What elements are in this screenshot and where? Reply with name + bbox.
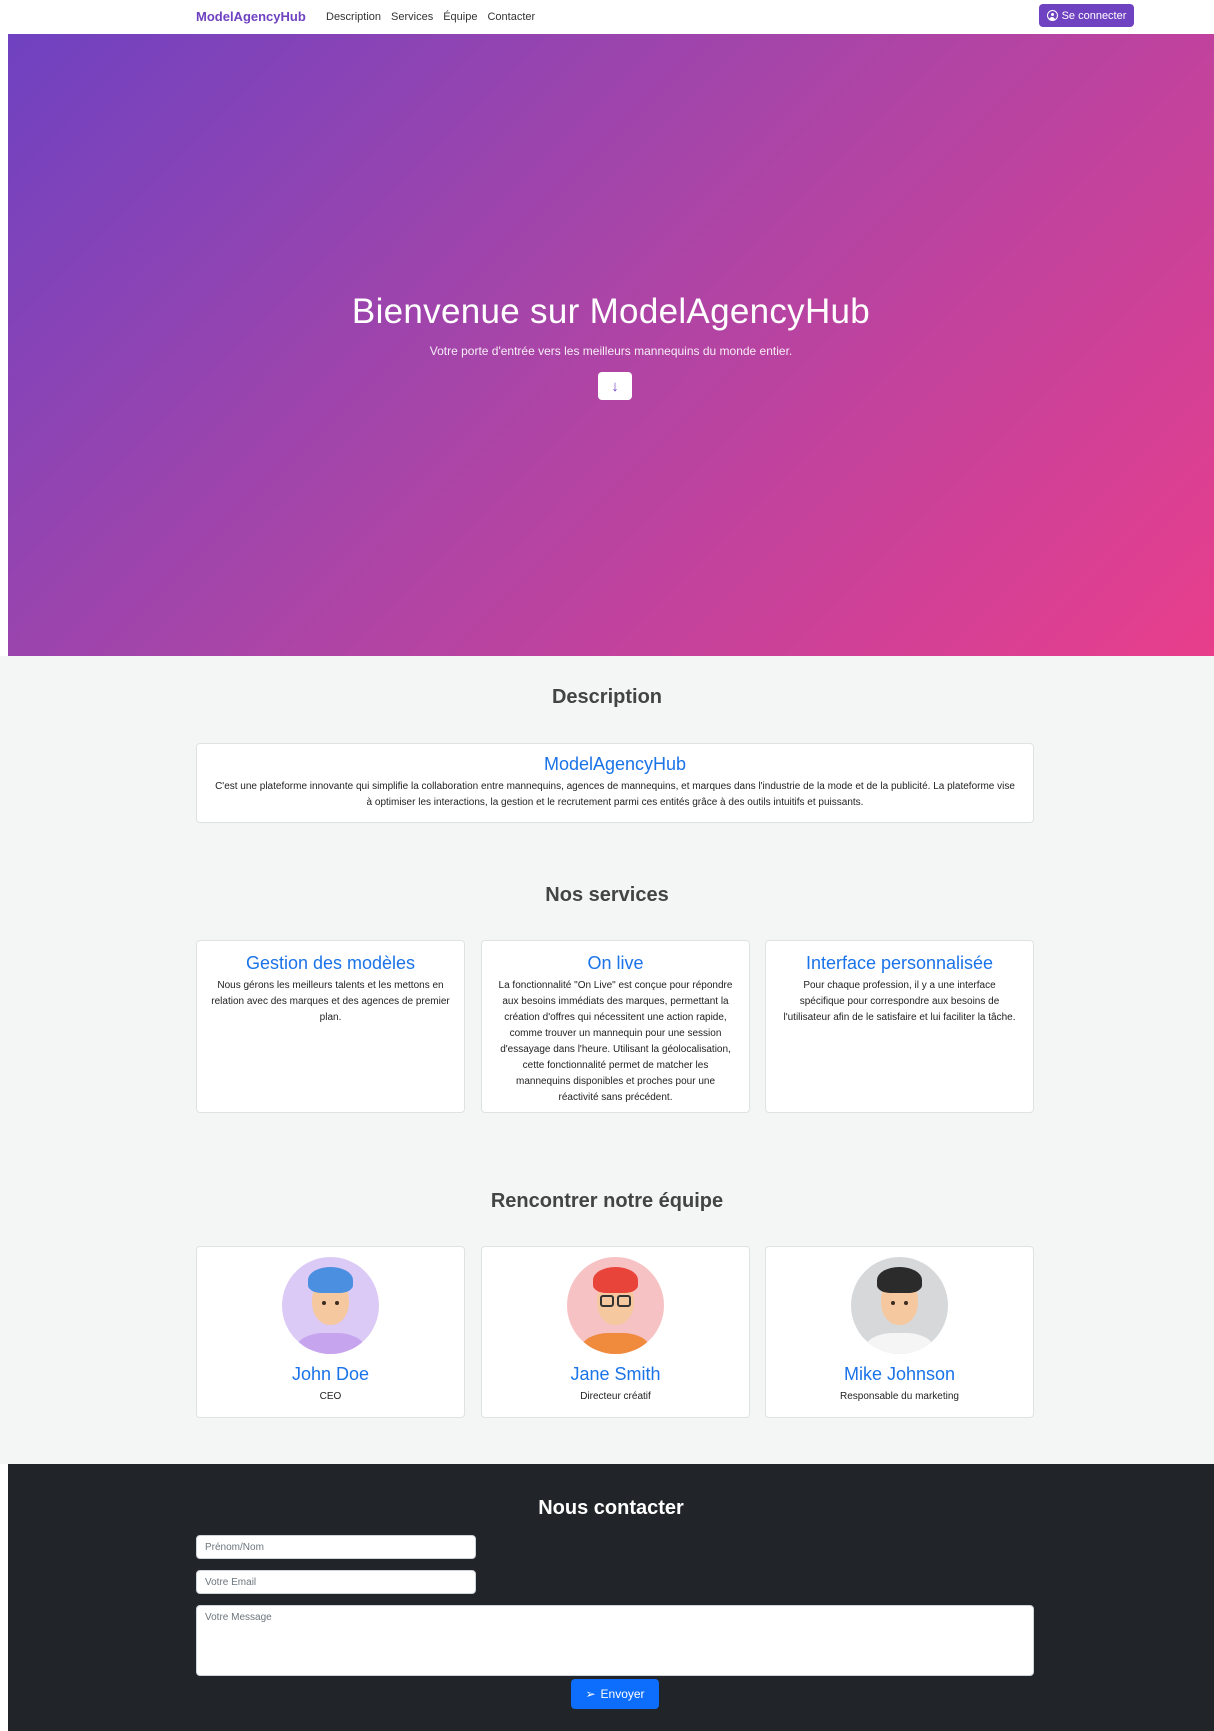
service-card-on-live: On live La fonctionnalité "On Live" est … [481, 940, 750, 1113]
scroll-down-button[interactable]: ↓ [598, 372, 632, 400]
avatar [282, 1257, 379, 1354]
arrow-down-icon: ↓ [611, 377, 619, 395]
team-card-mike-johnson: Mike Johnson Responsable du marketing [765, 1246, 1034, 1418]
team-member-name: Jane Smith [570, 1364, 661, 1384]
description-title: Description [551, 686, 663, 708]
service-card-title: Gestion des modèles [245, 953, 416, 973]
send-button[interactable]: ➢ Envoyer [571, 1679, 659, 1709]
nav-link-contacter[interactable]: Contacter [487, 11, 535, 23]
hero-title: Bienvenue sur ModelAgencyHub [351, 292, 871, 331]
user-circle-icon [1046, 10, 1058, 21]
team-card-jane-smith: Jane Smith Directeur créatif [481, 1246, 750, 1418]
navbar: ModelAgencyHub Description Services Équi… [0, 0, 1214, 34]
description-card-text: C'est une plateforme innovante qui simpl… [215, 781, 1015, 808]
description-card-title: ModelAgencyHub [543, 754, 687, 774]
service-card-gestion: Gestion des modèles Nous gérons les meil… [196, 940, 465, 1113]
page: ModelAgencyHub Description Services Équi… [0, 0, 1214, 1731]
login-button-label: Se connecter [1061, 9, 1127, 22]
contact-section: Nous contacter ➢ Envoyer [8, 1464, 1214, 1731]
team-member-name: John Doe [291, 1364, 370, 1384]
team-card-john-doe: John Doe CEO [196, 1246, 465, 1418]
hero-subtitle: Votre porte d'entrée vers les meilleurs … [429, 344, 793, 358]
service-card-text: La fonctionnalité "On Live" est conçue p… [498, 980, 733, 1103]
hero-section: Bienvenue sur ModelAgencyHub Votre porte… [8, 34, 1214, 656]
nav-link-services[interactable]: Services [391, 11, 433, 23]
email-input[interactable] [196, 1570, 476, 1594]
contact-title: Nous contacter [538, 1497, 684, 1519]
service-card-text: Pour chaque profession, il y a une inter… [783, 980, 1016, 1023]
nav-link-description[interactable]: Description [326, 11, 381, 23]
services-title: Nos services [545, 884, 669, 906]
avatar [567, 1257, 664, 1354]
team-member-role: CEO [319, 1391, 342, 1402]
service-card-title: Interface personnalisée [805, 953, 994, 973]
description-card: ModelAgencyHub C'est une plateforme inno… [196, 743, 1034, 823]
team-title: Rencontrer notre équipe [490, 1190, 724, 1212]
login-button[interactable]: Se connecter [1039, 4, 1134, 27]
team-member-name: Mike Johnson [843, 1364, 956, 1384]
service-card-text: Nous gérons les meilleurs talents et les… [211, 980, 450, 1023]
send-button-label: Envoyer [600, 1687, 645, 1701]
service-card-title: On live [587, 953, 644, 973]
content-section: Description ModelAgencyHub C'est une pla… [0, 656, 1214, 1464]
nav-links: Description Services Équipe Contacter [326, 11, 535, 23]
brand-logo[interactable]: ModelAgencyHub [196, 9, 306, 24]
team-member-role: Directeur créatif [580, 1391, 651, 1402]
avatar [851, 1257, 948, 1354]
name-input[interactable] [196, 1535, 476, 1559]
service-card-interface: Interface personnalisée Pour chaque prof… [765, 940, 1034, 1113]
team-member-role: Responsable du marketing [840, 1391, 959, 1402]
paper-plane-icon: ➢ [585, 1687, 596, 1701]
nav-link-equipe[interactable]: Équipe [443, 11, 477, 23]
message-textarea[interactable] [196, 1605, 1034, 1676]
